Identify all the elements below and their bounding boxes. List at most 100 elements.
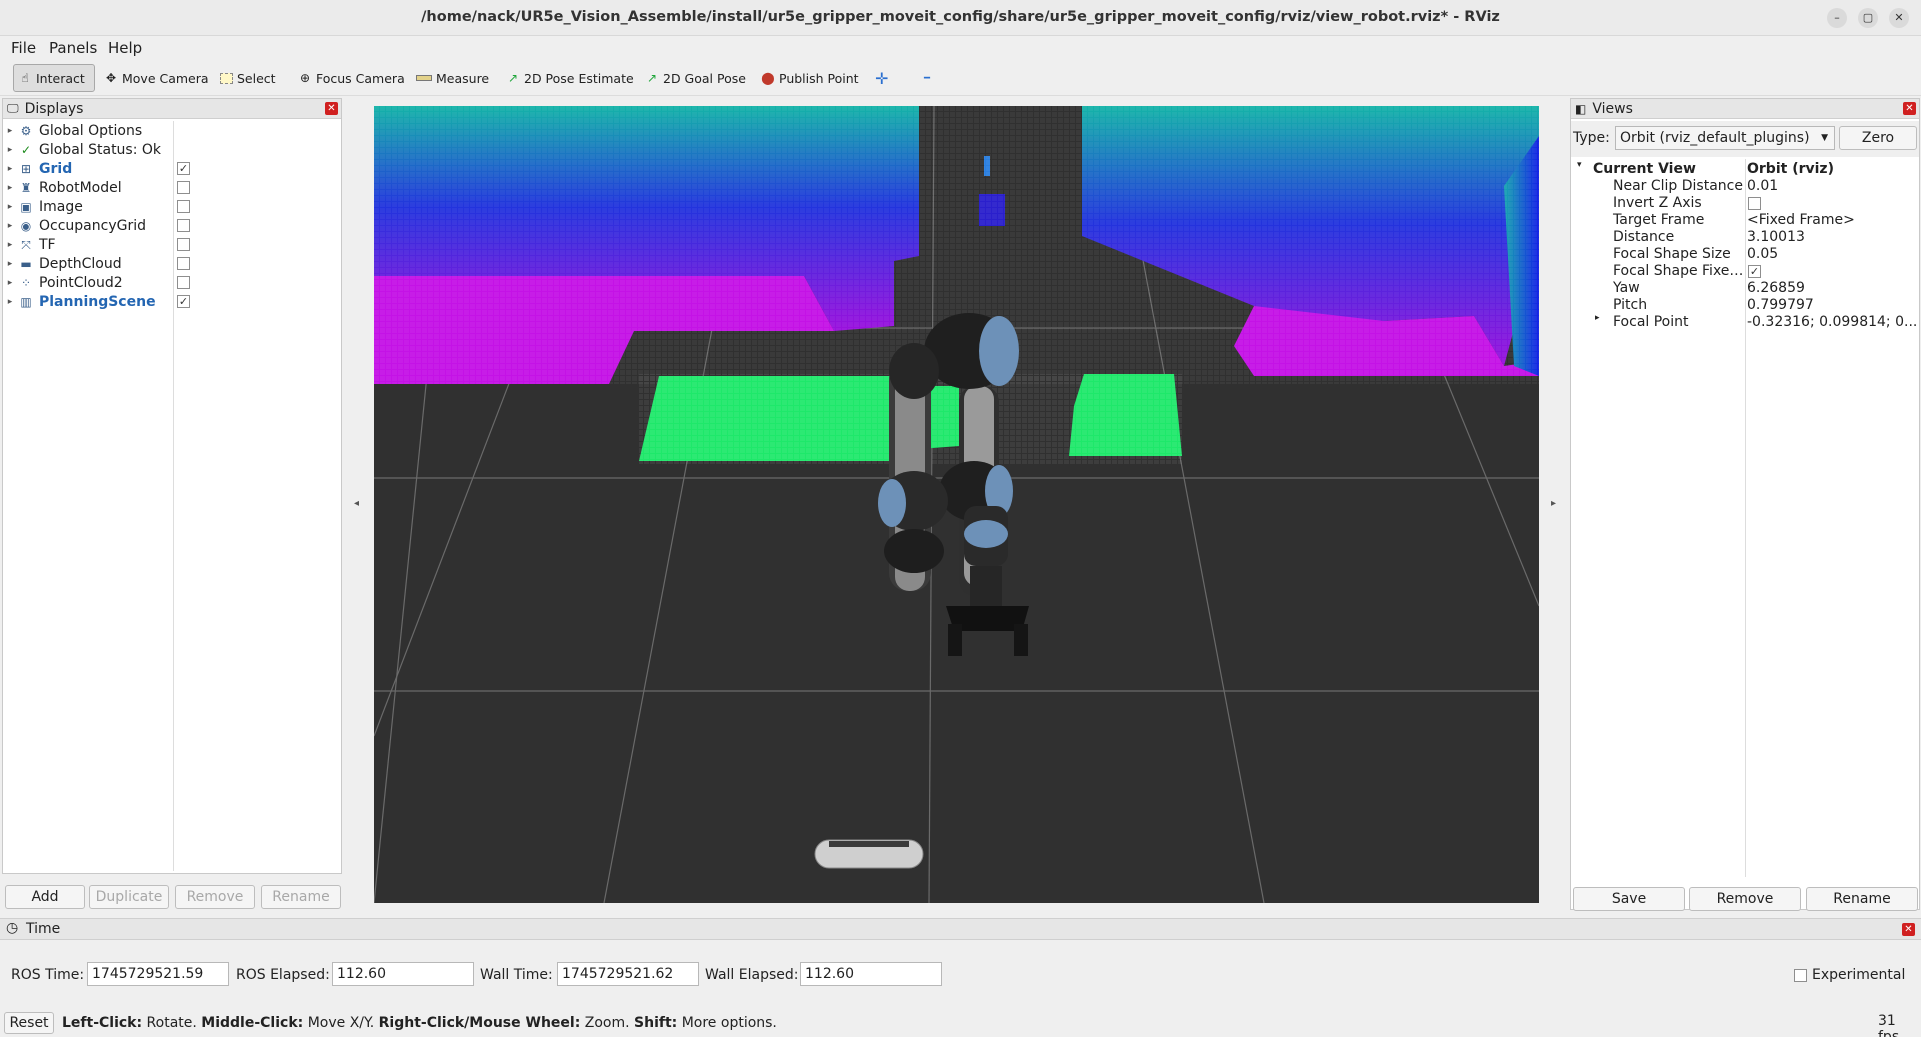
display-enabled-checkbox[interactable]: ✓ xyxy=(177,295,190,308)
view-property-name: Pitch xyxy=(1613,297,1648,313)
view-property-row[interactable]: Focal Shape Size 0.05 xyxy=(1571,246,1919,263)
display-item[interactable]: ▸ ♜ RobotModel xyxy=(3,178,341,197)
menu-help[interactable]: Help xyxy=(108,39,142,57)
ros-time-field[interactable]: 1745729521.59 xyxy=(87,962,229,986)
close-window-button[interactable]: ✕ xyxy=(1889,8,1909,28)
remove-display-button[interactable]: Remove xyxy=(175,885,255,909)
view-property-checkbox[interactable]: ✓ xyxy=(1748,265,1761,278)
menu-file[interactable]: File xyxy=(11,39,36,57)
view-property-value[interactable]: 0.05 xyxy=(1747,246,1917,262)
select-tool-button[interactable]: Select xyxy=(216,64,280,92)
display-item[interactable]: ▸ ⚙ Global Options xyxy=(3,121,341,140)
reset-button[interactable]: Reset xyxy=(4,1012,54,1034)
ros-elapsed-field[interactable]: 112.60 xyxy=(332,962,474,986)
menu-panels[interactable]: Panels xyxy=(49,39,97,57)
view-property-row[interactable]: Target Frame <Fixed Frame> xyxy=(1571,212,1919,229)
wall-time-field[interactable]: 1745729521.62 xyxy=(557,962,699,986)
display-item[interactable]: ▸ ⊞ Grid ✓ xyxy=(3,159,341,178)
measure-tool-button[interactable]: Measure xyxy=(412,64,493,92)
expand-arrow-icon[interactable]: ▸ xyxy=(1595,313,1600,323)
ruler-icon xyxy=(416,75,432,81)
view-property-row[interactable]: Near Clip Distance 0.01 xyxy=(1571,178,1919,195)
publish-point-tool-button[interactable]: ⬤ Publish Point xyxy=(757,64,863,92)
view-property-value[interactable]: 0.799797 xyxy=(1747,297,1917,313)
experimental-label: Experimental xyxy=(1812,967,1906,983)
display-item[interactable]: ▸ ▣ Image xyxy=(3,197,341,216)
view-property-row[interactable]: Pitch 0.799797 xyxy=(1571,297,1919,314)
move-camera-tool-button[interactable]: ✥ Move Camera xyxy=(100,64,213,92)
minimize-button[interactable]: – xyxy=(1827,8,1847,28)
expand-arrow-icon[interactable]: ▸ xyxy=(3,240,17,250)
remove-tool-button[interactable]: ━ xyxy=(920,64,934,92)
zero-button[interactable]: Zero xyxy=(1839,126,1917,150)
view-property-value[interactable]: 6.26859 xyxy=(1747,280,1917,296)
close-icon[interactable]: ✕ xyxy=(1902,923,1915,936)
view-property-name: Distance xyxy=(1613,229,1675,245)
view-property-value[interactable]: 0.01 xyxy=(1747,178,1917,194)
experimental-checkbox[interactable] xyxy=(1794,969,1807,982)
expand-arrow-icon[interactable]: ▸ xyxy=(3,164,17,174)
display-enabled-checkbox[interactable] xyxy=(177,219,190,232)
middle-click-desc: Move X/Y. xyxy=(303,1015,379,1031)
expand-arrow-icon[interactable]: ▸ xyxy=(3,126,17,136)
display-enabled-checkbox[interactable] xyxy=(177,238,190,251)
interact-tool-button[interactable]: ☝ Interact xyxy=(13,64,95,92)
duplicate-display-button[interactable]: Duplicate xyxy=(89,885,169,909)
display-item-label: Global Options xyxy=(39,122,143,139)
display-item[interactable]: ▸ ⁘ PointCloud2 xyxy=(3,273,341,292)
view-property-value[interactable]: <Fixed Frame> xyxy=(1747,212,1917,228)
display-item[interactable]: ▸ ▥ PlanningScene ✓ xyxy=(3,292,341,311)
goal-pose-tool-button[interactable]: ↗ 2D Goal Pose xyxy=(641,64,750,92)
expand-arrow-icon[interactable]: ▸ xyxy=(3,259,17,269)
pose-estimate-tool-button[interactable]: ↗ 2D Pose Estimate xyxy=(502,64,638,92)
display-enabled-checkbox[interactable] xyxy=(177,257,190,270)
rename-view-button[interactable]: Rename xyxy=(1806,887,1918,911)
view-property-row[interactable]: Distance 3.10013 xyxy=(1571,229,1919,246)
add-tool-button[interactable]: ✛ xyxy=(871,64,892,92)
display-enabled-checkbox[interactable] xyxy=(177,181,190,194)
view-property-checkbox[interactable] xyxy=(1748,197,1761,210)
display-item-label: Image xyxy=(39,198,83,215)
display-item[interactable]: ▸ ✓ Global Status: Ok xyxy=(3,140,341,159)
remove-view-button[interactable]: Remove xyxy=(1689,887,1801,911)
view-type-select[interactable]: Orbit (rviz_default_plugins) ▼ xyxy=(1615,126,1835,150)
display-item[interactable]: ▸ ⤧ TF xyxy=(3,235,341,254)
maximize-button[interactable]: ▢ xyxy=(1858,8,1878,28)
render-viewport[interactable] xyxy=(374,106,1539,903)
add-display-button[interactable]: Add xyxy=(5,885,85,909)
focus-camera-tool-button[interactable]: ⊕ Focus Camera xyxy=(294,64,409,92)
goal-pose-label: 2D Goal Pose xyxy=(663,70,746,86)
view-property-row[interactable]: ▸ Focal Point -0.32316; 0.099814; 0.... xyxy=(1571,313,1919,331)
expand-arrow-icon[interactable]: ▸ xyxy=(3,183,17,193)
collapse-right-arrow-icon[interactable]: ▸ xyxy=(1551,498,1556,509)
wall-time-label: Wall Time: xyxy=(480,967,553,983)
views-header: ◧ Views ✕ xyxy=(1571,99,1919,119)
close-icon[interactable]: ✕ xyxy=(1903,102,1916,115)
expand-arrow-icon[interactable]: ▸ xyxy=(3,202,17,212)
display-type-icon: ▥ xyxy=(20,294,32,309)
view-property-row[interactable]: Focal Shape Fixe… ✓ xyxy=(1571,263,1919,280)
wall-elapsed-label: Wall Elapsed: xyxy=(705,967,799,983)
expand-arrow-icon[interactable]: ▸ xyxy=(3,221,17,231)
view-property-value[interactable]: -0.32316; 0.099814; 0.... xyxy=(1747,314,1917,330)
display-enabled-checkbox[interactable] xyxy=(177,200,190,213)
rename-display-button[interactable]: Rename xyxy=(261,885,341,909)
display-enabled-checkbox[interactable]: ✓ xyxy=(177,162,190,175)
expand-arrow-icon[interactable]: ▸ xyxy=(3,297,17,307)
save-view-button[interactable]: Save xyxy=(1573,887,1685,911)
close-icon[interactable]: ✕ xyxy=(325,102,338,115)
display-item[interactable]: ▸ ◉ OccupancyGrid xyxy=(3,216,341,235)
display-enabled-checkbox[interactable] xyxy=(177,276,190,289)
view-property-row[interactable]: Invert Z Axis xyxy=(1571,195,1919,212)
display-item[interactable]: ▸ ▬ DepthCloud xyxy=(3,254,341,273)
mobile-base-model xyxy=(814,839,924,869)
current-view-row[interactable]: ▾ Current View Orbit (rviz) xyxy=(1571,160,1919,178)
status-bar: Reset Left-Click: Rotate. Middle-Click: … xyxy=(0,1010,1921,1037)
view-property-value[interactable]: 3.10013 xyxy=(1747,229,1917,245)
wall-elapsed-field[interactable]: 112.60 xyxy=(800,962,942,986)
collapse-left-arrow-icon[interactable]: ◂ xyxy=(354,498,359,509)
expand-arrow-icon[interactable]: ▸ xyxy=(3,145,17,155)
expand-arrow-icon[interactable]: ▸ xyxy=(3,278,17,288)
interact-label: Interact xyxy=(36,70,85,86)
view-property-row[interactable]: Yaw 6.26859 xyxy=(1571,280,1919,297)
